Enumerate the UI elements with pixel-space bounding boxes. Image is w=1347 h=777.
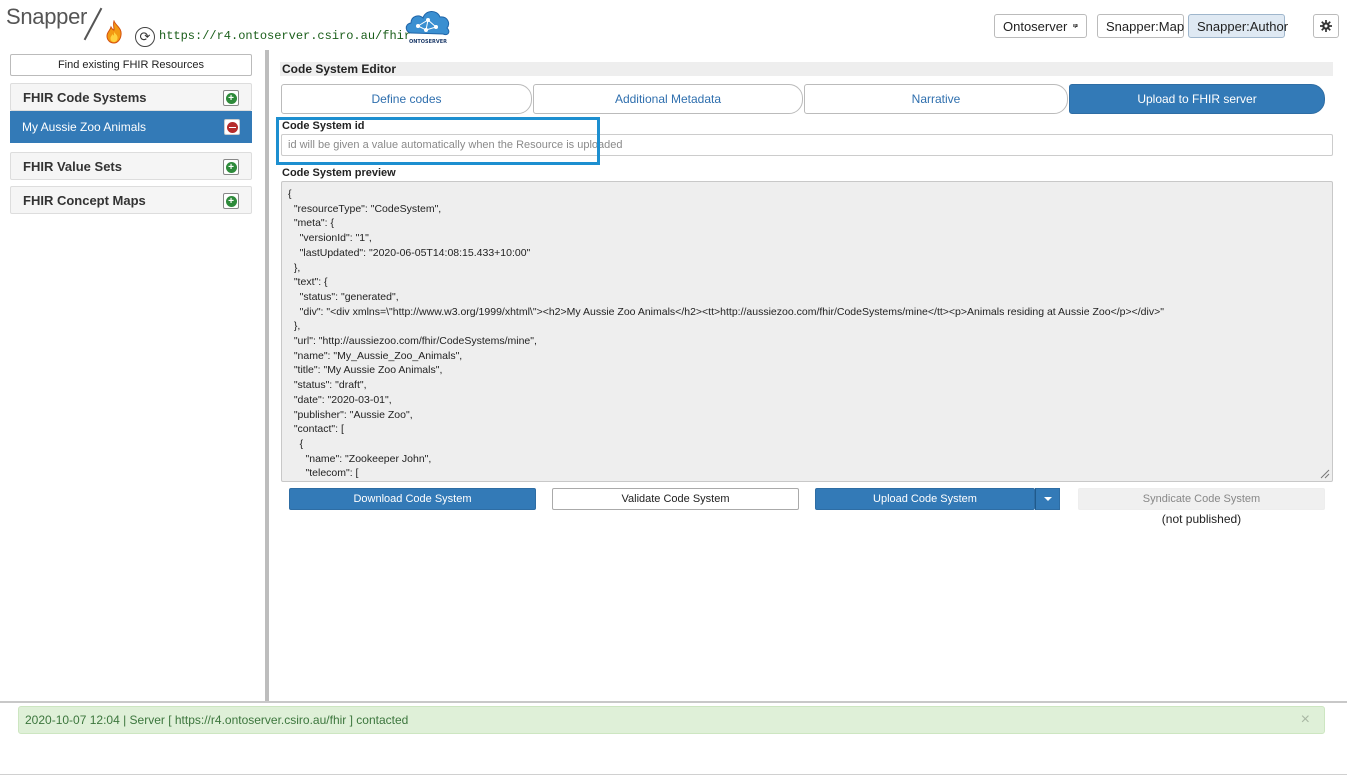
validate-code-system-button[interactable]: Validate Code System bbox=[552, 488, 799, 510]
value-sets-header[interactable]: FHIR Value Sets + bbox=[10, 152, 252, 180]
upload-options-dropdown[interactable] bbox=[1035, 488, 1060, 510]
concept-maps-header[interactable]: FHIR Concept Maps + bbox=[10, 186, 252, 214]
ontoserver-button[interactable]: Ontoserver bbox=[994, 14, 1087, 38]
footer-line bbox=[0, 774, 1347, 775]
server-url[interactable]: https://r4.ontoserver.csiro.au/fhir bbox=[159, 29, 411, 43]
editor-title: Code System Editor bbox=[280, 62, 1333, 76]
status-alert: 2020-10-07 12:04 | Server [ https://r4.o… bbox=[18, 706, 1325, 734]
remove-code-system-button[interactable] bbox=[224, 119, 240, 135]
code-system-preview[interactable]: { "resourceType": "CodeSystem", "meta": … bbox=[281, 181, 1333, 482]
concept-maps-title: FHIR Concept Maps bbox=[23, 192, 146, 208]
snapper-map-button[interactable]: Snapper:Map bbox=[1097, 14, 1184, 38]
resize-handle-icon[interactable] bbox=[1318, 467, 1330, 479]
find-resources-button[interactable]: Find existing FHIR Resources bbox=[10, 54, 252, 76]
sidebar-splitter[interactable] bbox=[265, 50, 269, 702]
add-code-system-button[interactable]: + bbox=[223, 90, 239, 106]
upload-code-system-button[interactable]: Upload Code System bbox=[815, 488, 1035, 510]
status-message: 2020-10-07 12:04 | Server [ https://r4.o… bbox=[25, 713, 409, 727]
publish-status: (not published) bbox=[1161, 512, 1242, 526]
code-system-id-input[interactable] bbox=[281, 134, 1333, 156]
snapper-author-button[interactable]: Snapper:Author bbox=[1188, 14, 1288, 38]
caret-down-icon bbox=[1043, 497, 1052, 501]
add-value-set-button[interactable]: + bbox=[223, 159, 239, 175]
refresh-icon[interactable]: ⟳ bbox=[135, 27, 155, 47]
sidebar-item-label: My Aussie Zoo Animals bbox=[22, 120, 147, 134]
bottom-divider bbox=[0, 701, 1347, 703]
sidebar bbox=[0, 50, 265, 702]
settings-button[interactable] bbox=[1313, 14, 1339, 38]
tab-additional-metadata[interactable]: Additional Metadata bbox=[533, 84, 803, 114]
app-header: Snapper ⟳ https://r4.ontoserver.csiro.au… bbox=[0, 0, 1347, 50]
plus-icon: + bbox=[225, 161, 237, 173]
ontoserver-logo-text: ONTOSERVER bbox=[409, 39, 447, 45]
syndicate-code-system-button: Syndicate Code System bbox=[1078, 488, 1325, 510]
tab-define-codes[interactable]: Define codes bbox=[281, 84, 532, 114]
flame-icon bbox=[106, 20, 122, 44]
monitor-icon bbox=[1073, 24, 1078, 28]
ontoserver-cloud-logo: ONTOSERVER bbox=[405, 11, 450, 45]
add-concept-map-button[interactable]: + bbox=[223, 193, 239, 209]
tab-narrative[interactable]: Narrative bbox=[804, 84, 1068, 114]
plus-icon: + bbox=[225, 92, 237, 104]
code-systems-title: FHIR Code Systems bbox=[23, 89, 147, 105]
close-icon[interactable]: × bbox=[1301, 711, 1310, 729]
brand-name: Snapper bbox=[6, 4, 88, 29]
code-system-id-label: Code System id bbox=[282, 120, 365, 132]
value-sets-title: FHIR Value Sets bbox=[23, 158, 122, 174]
code-systems-header[interactable]: FHIR Code Systems + bbox=[10, 83, 252, 111]
download-code-system-button[interactable]: Download Code System bbox=[289, 488, 536, 510]
plus-icon: + bbox=[225, 195, 237, 207]
gear-icon bbox=[1320, 20, 1332, 32]
minus-icon bbox=[226, 121, 238, 133]
sidebar-item-my-aussie-zoo-animals[interactable]: My Aussie Zoo Animals bbox=[10, 111, 252, 143]
code-system-preview-label: Code System preview bbox=[282, 167, 396, 179]
tab-upload-to-fhir-server[interactable]: Upload to FHIR server bbox=[1069, 84, 1325, 114]
